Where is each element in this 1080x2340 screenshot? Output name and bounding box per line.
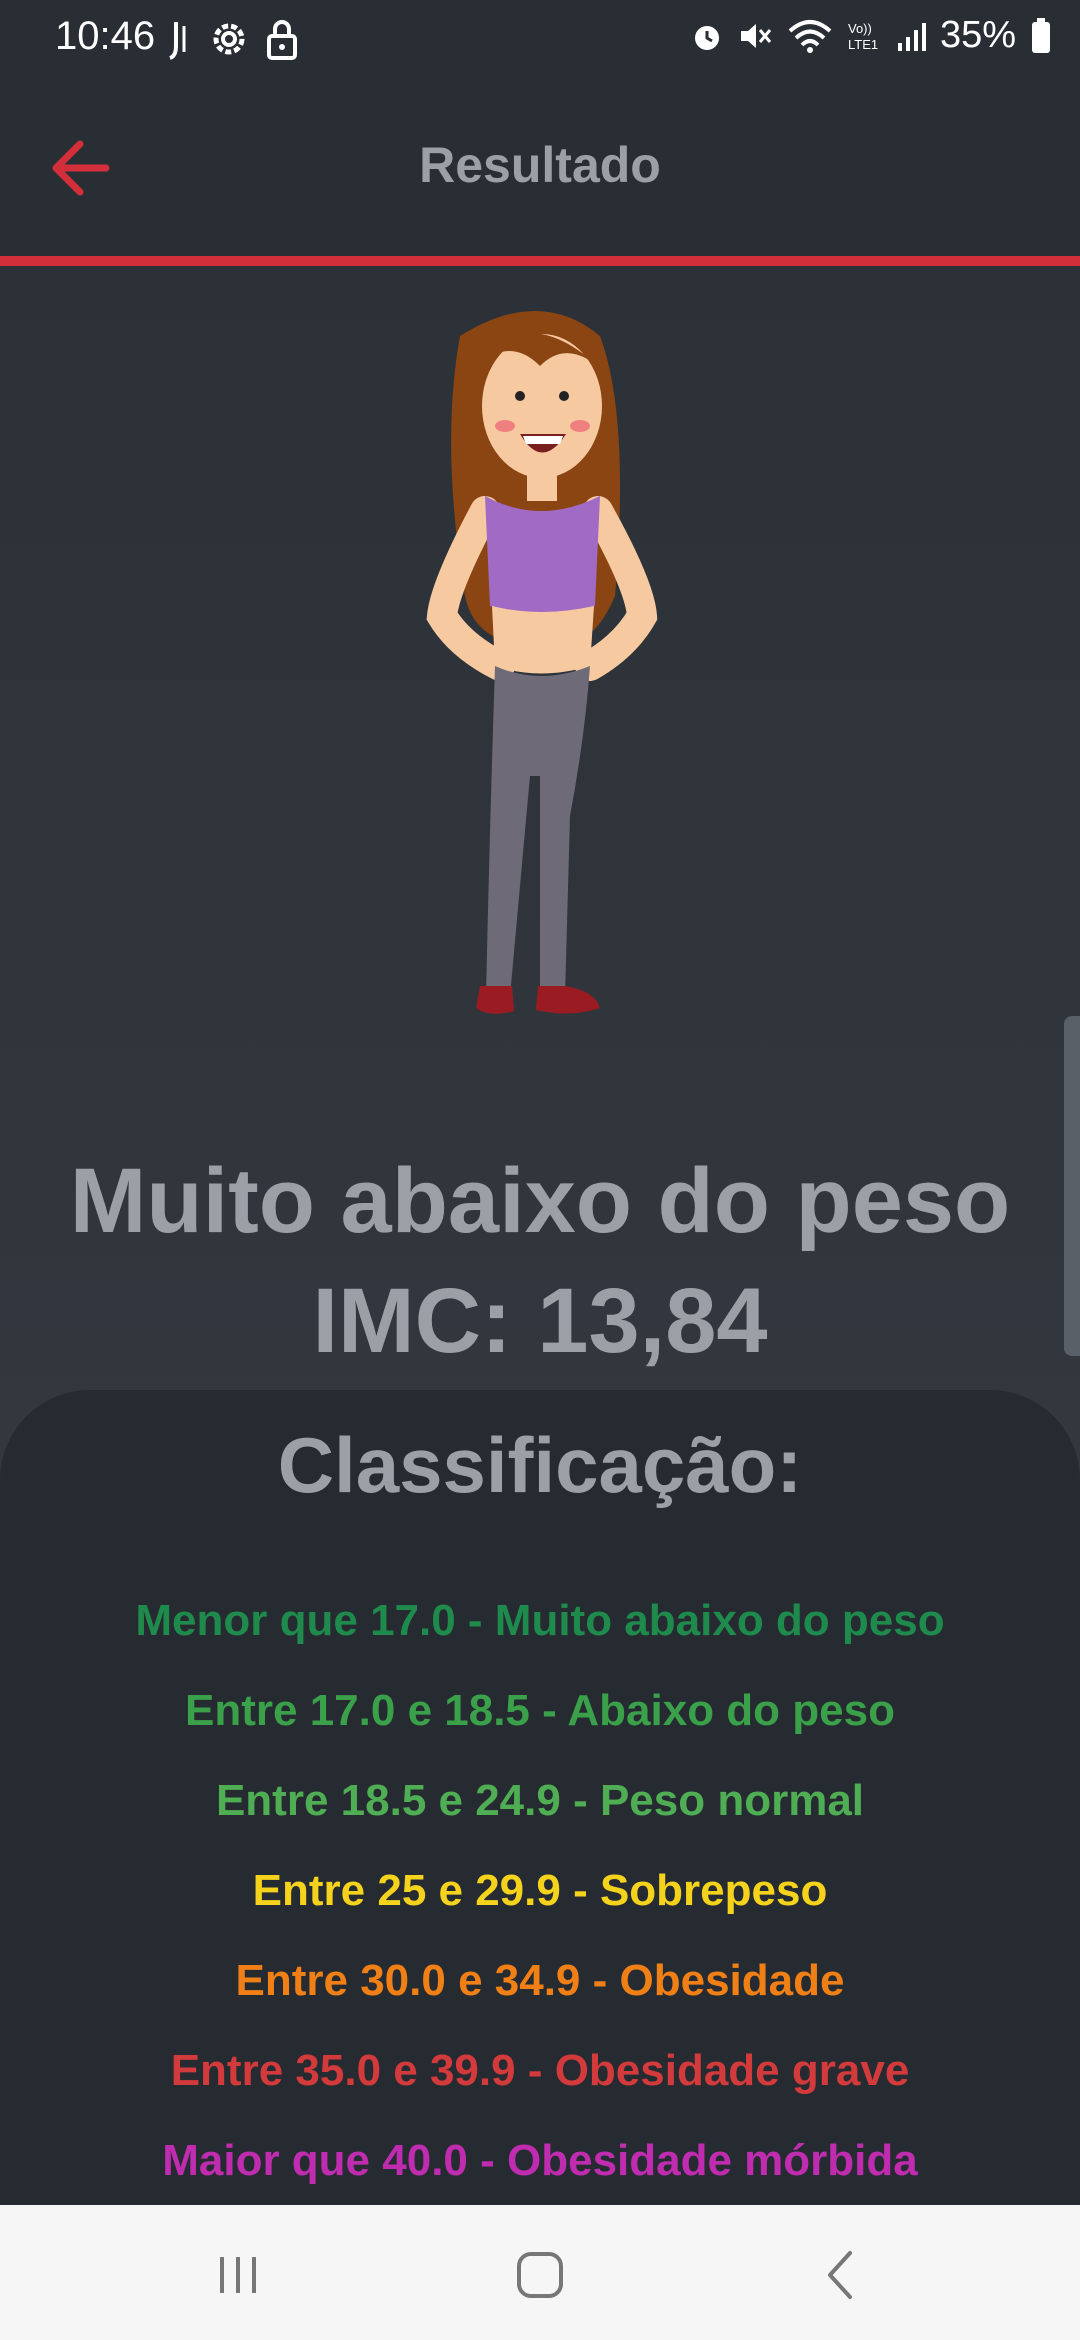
classification-list: Menor que 17.0 - Muito abaixo do peso En…	[0, 1576, 1080, 2206]
classification-title: Classificação:	[277, 1421, 803, 1509]
status-time: 10:46	[55, 14, 156, 58]
back-icon	[828, 2251, 852, 2299]
app-bar: Resultado	[0, 80, 1080, 256]
signal-app-icon	[168, 18, 192, 62]
result-status: Muito abaixo do peso	[69, 1150, 1011, 1252]
classification-item: Entre 17.0 e 18.5 - Abaixo do peso	[185, 1686, 895, 1735]
alarm-icon	[690, 19, 724, 53]
body-illustration	[390, 296, 690, 1076]
classification-item: Entre 25 e 29.9 - Sobrepeso	[252, 1866, 828, 1915]
classification-item: Menor que 17.0 - Muito abaixo do peso	[135, 1596, 945, 1645]
appbar-divider	[0, 256, 1080, 266]
recents-button[interactable]	[178, 2235, 298, 2315]
battery-percent: 35%	[939, 14, 1016, 56]
volte-icon: Vo)) LTE1	[846, 19, 882, 53]
svg-text:LTE1: LTE1	[848, 37, 878, 52]
classification-item: Entre 35.0 e 39.9 - Obesidade grave	[170, 2046, 910, 2095]
classification-item: Entre 18.5 e 24.9 - Peso normal	[215, 1776, 865, 1825]
system-nav-bar	[0, 2205, 1080, 2340]
status-left-icons	[168, 18, 298, 62]
home-button[interactable]	[480, 2235, 600, 2315]
status-right-icons: Vo)) LTE1 35%	[690, 14, 1052, 57]
home-icon	[517, 2252, 563, 2298]
cell-signal-icon	[896, 19, 926, 53]
recents-icon	[220, 2257, 256, 2293]
wifi-icon	[788, 19, 832, 53]
svg-text:Vo)): Vo))	[848, 21, 872, 36]
classification-item: Maior que 40.0 - Obesidade mórbida	[162, 2136, 918, 2185]
nav-back-button[interactable]	[782, 2235, 902, 2315]
lock-icon	[266, 18, 298, 62]
mute-icon	[738, 19, 774, 53]
settings-icon	[208, 18, 250, 62]
result-imc: IMC: 13,84	[312, 1270, 768, 1372]
classification-panel: Classificação: Menor que 17.0 - Muito ab…	[0, 1390, 1080, 2210]
page-title: Resultado	[419, 137, 661, 193]
status-bar: 10:46 Vo)) LTE1 35%	[0, 0, 1080, 80]
battery-icon	[1030, 17, 1052, 55]
classification-item: Entre 30.0 e 34.9 - Obesidade	[235, 1956, 845, 2005]
